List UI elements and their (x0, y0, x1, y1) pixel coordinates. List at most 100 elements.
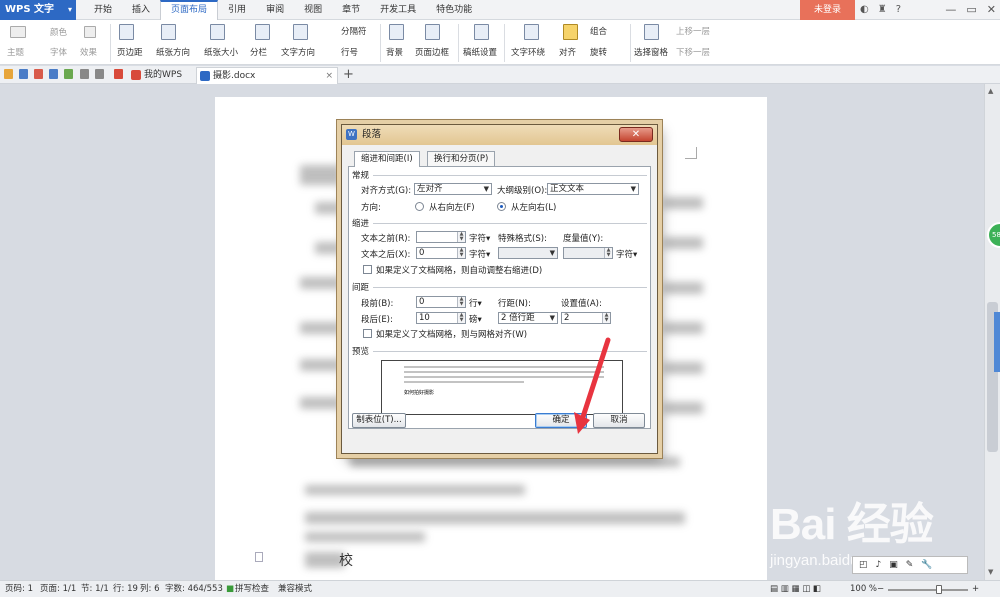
font-button[interactable]: 字体 (50, 46, 67, 58)
divider (110, 24, 111, 62)
space-after-unit[interactable]: 磅▾ (469, 313, 482, 325)
spinner-icon[interactable]: ▲ ▼ (457, 313, 465, 323)
zoom-slider-thumb[interactable] (936, 585, 942, 594)
spinner-icon[interactable]: ▲ ▼ (457, 248, 465, 258)
snap-to-grid-checkbox[interactable] (363, 329, 372, 338)
scroll-up-icon[interactable]: ▲ (988, 87, 993, 95)
close-tab-icon[interactable]: × (325, 68, 333, 84)
wrench-icon[interactable]: 🔧 (921, 557, 932, 573)
export-pdf-icon[interactable] (34, 69, 43, 79)
status-word-count[interactable]: 字数: 464/553 (165, 581, 223, 597)
print-icon[interactable] (49, 69, 58, 79)
tab-insert[interactable]: 插入 (122, 0, 160, 20)
group-button[interactable]: 组合 (590, 25, 607, 37)
login-button[interactable]: 未登录 (800, 0, 855, 20)
alignment-select[interactable]: 左对齐 ▼ (414, 183, 492, 195)
view-mode-icons[interactable]: ▤ ▥ ▦ ◫ ◧ (770, 581, 821, 597)
color-button[interactable]: 颜色 (50, 26, 67, 38)
set-value-input[interactable]: 2 ▲ ▼ (561, 312, 611, 324)
blurred-text (305, 485, 525, 495)
tab-developer[interactable]: 开发工具 (370, 0, 426, 20)
spinner-icon[interactable]: ▲ ▼ (457, 297, 465, 307)
indent-before-unit[interactable]: 字符▾ (469, 232, 490, 244)
space-before-input[interactable]: 0 ▲ ▼ (416, 296, 466, 308)
save-icon[interactable] (19, 69, 28, 79)
columns-button[interactable]: 分栏 (250, 46, 267, 58)
shirt-icon[interactable]: ♜ (878, 0, 887, 20)
tab-chapter[interactable]: 章节 (332, 0, 370, 20)
print-preview-icon[interactable] (64, 69, 73, 79)
spinner-icon[interactable]: ▲ ▼ (602, 313, 610, 323)
line-numbers-button[interactable]: 行号 (341, 46, 358, 58)
zoom-in-icon[interactable]: + (972, 581, 979, 597)
help-icon[interactable]: ? (896, 0, 901, 20)
indent-after-input[interactable]: 0 ▲ ▼ (416, 247, 466, 259)
customize-icon[interactable] (114, 69, 123, 79)
zoom-level[interactable]: 100 % (850, 581, 877, 597)
measure-input[interactable]: ▲ ▼ (563, 247, 613, 259)
floating-toolbar: ◰ ♪ ▣ ✎ 🔧 (852, 556, 968, 574)
auto-right-indent-checkbox[interactable] (363, 265, 372, 274)
indent-before-input[interactable]: ▲ ▼ (416, 231, 466, 243)
page-border-button[interactable]: 页面边框 (415, 46, 449, 58)
toolbar-icon[interactable]: ▣ (889, 557, 898, 573)
text-direction-button[interactable]: 文字方向 (281, 46, 315, 58)
undo-icon[interactable] (80, 69, 89, 79)
space-before-unit[interactable]: 行▾ (469, 297, 482, 309)
spinner-icon[interactable]: ▲ ▼ (604, 248, 612, 258)
ltr-radio[interactable] (497, 202, 506, 211)
tab-my-wps[interactable]: 我的WPS (128, 67, 192, 84)
background-button[interactable]: 背景 (386, 46, 403, 58)
side-panel-tab[interactable] (994, 312, 1000, 372)
tab-line-page-breaks[interactable]: 换行和分页(P) (427, 151, 496, 166)
tab-features[interactable]: 特色功能 (426, 0, 482, 20)
toolbar-icon[interactable]: ◰ (859, 557, 868, 573)
theme-button[interactable]: 主题 (7, 46, 24, 58)
tab-document[interactable]: 摄影.docx × (196, 67, 338, 84)
status-spell-check[interactable]: 拼写检查 (235, 581, 269, 597)
rotate-button[interactable]: 旋转 (590, 46, 607, 58)
measure-unit[interactable]: 字符▾ (616, 248, 637, 260)
effect-button[interactable]: 效果 (80, 46, 97, 58)
selection-pane-button[interactable]: 选择窗格 (634, 46, 668, 58)
special-format-select[interactable]: ▼ (498, 247, 558, 259)
indent-after-unit[interactable]: 字符▾ (469, 248, 490, 260)
outline-level-select[interactable]: 正文文本 ▼ (547, 183, 639, 195)
divider (373, 223, 647, 224)
draft-settings-button[interactable]: 稿纸设置 (463, 46, 497, 58)
spinner-icon[interactable]: ▲ ▼ (457, 232, 465, 242)
tab-stops-button[interactable]: 制表位(T)... (352, 413, 406, 428)
rtl-radio[interactable] (415, 202, 424, 211)
breaks-button[interactable]: 分隔符 (341, 25, 367, 37)
zoom-out-icon[interactable]: − (877, 581, 884, 597)
tab-indent-spacing[interactable]: 缩进和间距(I) (354, 151, 420, 167)
open-icon[interactable] (4, 69, 13, 79)
bring-forward-button[interactable]: 上移一层 (676, 25, 710, 37)
app-menu-button[interactable]: WPS 文字 ▾ (0, 0, 76, 20)
margins-button[interactable]: 页边距 (117, 46, 143, 58)
dialog-close-button[interactable]: ✕ (619, 127, 653, 142)
minimize-icon[interactable]: — (945, 0, 956, 20)
zoom-slider[interactable] (888, 589, 968, 591)
send-backward-button[interactable]: 下移一层 (676, 46, 710, 58)
new-tab-button[interactable]: + (340, 67, 356, 84)
tab-home[interactable]: 开始 (84, 0, 122, 20)
redo-icon[interactable] (95, 69, 104, 79)
tab-view[interactable]: 视图 (294, 0, 332, 20)
scroll-down-icon[interactable]: ▼ (988, 568, 993, 576)
blurred-text (315, 242, 340, 254)
toolbar-icon[interactable]: ✎ (906, 557, 914, 573)
tab-references[interactable]: 引用 (218, 0, 256, 20)
maximize-icon[interactable]: ▭ (966, 0, 976, 20)
toolbar-icon[interactable]: ♪ (876, 557, 882, 573)
skin-icon[interactable]: ◐ (860, 0, 869, 20)
text-wrap-button[interactable]: 文字环绕 (511, 46, 545, 58)
tab-page-layout[interactable]: 页面布局 (160, 0, 219, 20)
tab-review[interactable]: 审阅 (256, 0, 294, 20)
close-icon[interactable]: ✕ (987, 0, 996, 20)
orientation-button[interactable]: 纸张方向 (156, 46, 190, 58)
align-button[interactable]: 对齐 (559, 46, 576, 58)
paper-size-button[interactable]: 纸张大小 (204, 46, 238, 58)
space-after-input[interactable]: 10 ▲ ▼ (416, 312, 466, 324)
line-spacing-select[interactable]: 2 倍行距 ▼ (498, 312, 558, 324)
